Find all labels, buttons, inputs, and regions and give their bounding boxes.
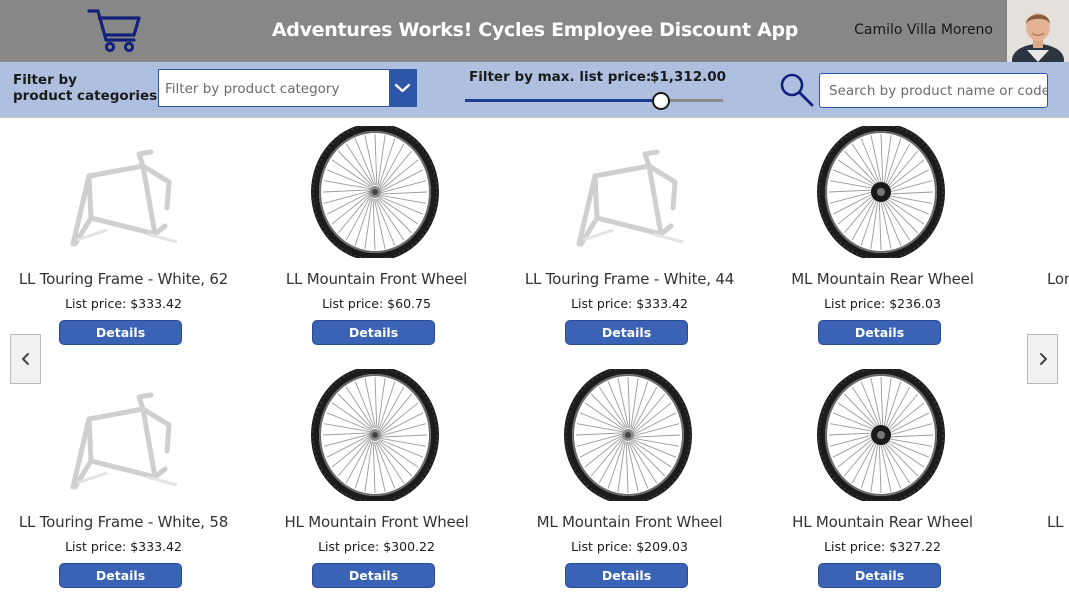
avatar [1007,0,1069,62]
product-name: Lon [1047,270,1069,288]
header-bar: Adventures Works! Cycles Employee Discou… [0,0,1069,62]
slider-fill [465,99,662,102]
product-card[interactable]: LL [1009,361,1069,599]
details-button[interactable]: Details [818,320,941,345]
chevron-left-icon [21,353,29,365]
product-name: HL Mountain Front Wheel [284,513,469,531]
product-card[interactable]: LL Mountain Front Wheel List price: $60.7… [250,118,503,358]
details-button[interactable]: Details [312,320,435,345]
slider-thumb[interactable] [652,92,671,110]
product-card[interactable]: ML Mountain Rear Wheel List price: $236.0… [756,118,1009,358]
bike-frame-image [70,149,178,247]
product-image [300,366,450,504]
product-image [553,366,703,504]
product-name: HL Mountain Rear Wheel [792,513,973,531]
product-card[interactable]: LL Touring Frame - White, 58 List price: … [0,361,250,599]
details-button[interactable]: Details [59,563,182,588]
product-card[interactable]: LL Touring Frame - White, 62 List price: … [0,118,250,358]
product-name: LL [1047,513,1064,531]
product-image [806,366,956,504]
details-button[interactable]: Details [818,563,941,588]
bike-frame-image [70,392,178,490]
category-filter-label-line1: Filter by [13,72,77,88]
product-name: LL Mountain Front Wheel [285,270,468,288]
category-dropdown[interactable]: Filter by product category [158,69,417,107]
product-card[interactable]: ML Mountain Front Wheel List price: $209.… [503,361,756,599]
product-name: ML Mountain Front Wheel [536,513,723,531]
product-price: List price: $333.42 [571,296,688,311]
search-icon[interactable] [778,71,816,109]
product-price: List price: $333.42 [65,539,182,554]
app-root: Adventures Works! Cycles Employee Discou… [0,0,1069,599]
product-image [300,123,450,261]
product-name: LL Touring Frame - White, 58 [18,513,229,531]
product-image [553,126,703,258]
details-button[interactable]: Details [312,563,435,588]
product-gallery: LL Touring Frame - White, 62 List price: … [0,118,1069,599]
chevron-right-icon [1039,353,1047,365]
details-button[interactable]: Details [59,320,182,345]
app-title: Adventures Works! Cycles Employee Discou… [271,19,799,41]
front-wheel-image [564,366,692,504]
chevron-down-icon [394,83,411,93]
shopping-cart-icon[interactable] [86,6,142,54]
details-button[interactable]: Details [565,563,688,588]
rear-wheel-image [817,366,945,504]
product-card[interactable]: HL Mountain Front Wheel List price: $300.… [250,361,503,599]
dropdown-toggle[interactable] [389,70,416,106]
bike-frame-image [576,149,684,247]
product-card[interactable]: LL Touring Frame - White, 44 List price: … [503,118,756,358]
product-image [47,369,197,501]
user-name: Camilo Villa Moreno [854,22,993,38]
details-button[interactable]: Details [565,320,688,345]
next-page-button[interactable] [1027,334,1058,384]
filter-bar: Filter by product categories: Filter by … [0,62,1069,118]
front-wheel-image [311,123,439,261]
category-dropdown-placeholder: Filter by product category [165,81,340,97]
price-slider[interactable] [465,92,723,110]
product-name: LL Touring Frame - White, 62 [18,270,229,288]
product-price: List price: $333.42 [65,296,182,311]
product-image [47,126,197,258]
product-price: List price: $327.22 [824,539,941,554]
rear-wheel-image [817,123,945,261]
product-name: ML Mountain Rear Wheel [791,270,974,288]
product-card[interactable]: Lon [1009,118,1069,358]
product-image [806,123,956,261]
search-input[interactable] [819,73,1048,108]
product-card[interactable]: HL Mountain Rear Wheel List price: $327.2… [756,361,1009,599]
price-filter-value: $1,312.00 [650,69,727,85]
front-wheel-image [311,366,439,504]
prev-page-button[interactable] [10,334,41,384]
category-filter-label-line2: product categories: [13,88,163,104]
product-price: List price: $300.22 [318,539,435,554]
product-name: LL Touring Frame - White, 44 [524,270,735,288]
category-filter-label: Filter by product categories: [13,72,163,104]
product-price: List price: $60.75 [322,296,431,311]
product-price: List price: $236.03 [824,296,941,311]
price-filter-label: Filter by max. list price: [469,69,652,85]
product-price: List price: $209.03 [571,539,688,554]
